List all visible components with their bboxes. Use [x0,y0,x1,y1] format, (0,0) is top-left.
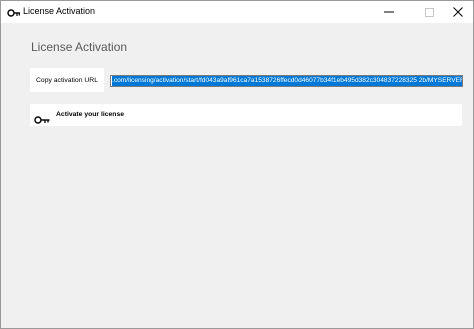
copy-activation-url-button[interactable]: Copy activation URL [30,68,104,92]
page-title: License Activation [31,40,128,54]
maximize-button[interactable] [414,1,444,23]
minimize-button[interactable] [374,1,404,23]
activation-url-field[interactable]: .com/licensing/activation/start/fd043a9a… [110,75,463,87]
activation-url-text: .com/licensing/activation/start/fd043a9a… [112,76,463,86]
activate-license-label: Activate your license [56,111,124,118]
close-button[interactable] [443,1,473,23]
key-icon [34,111,50,124]
window-title: License Activation [23,6,96,16]
activate-license-button[interactable]: Activate your license [30,104,462,126]
minimize-icon [384,7,394,17]
content-area: License Activation Copy activation URL .… [1,23,473,328]
maximize-icon [424,7,434,17]
key-icon [7,6,21,18]
copy-url-row: Copy activation URL .com/licensing/activ… [30,68,463,92]
close-icon [453,7,463,17]
license-activation-window: License Activation License Activation Co… [0,0,474,329]
title-bar[interactable]: License Activation [1,1,473,23]
